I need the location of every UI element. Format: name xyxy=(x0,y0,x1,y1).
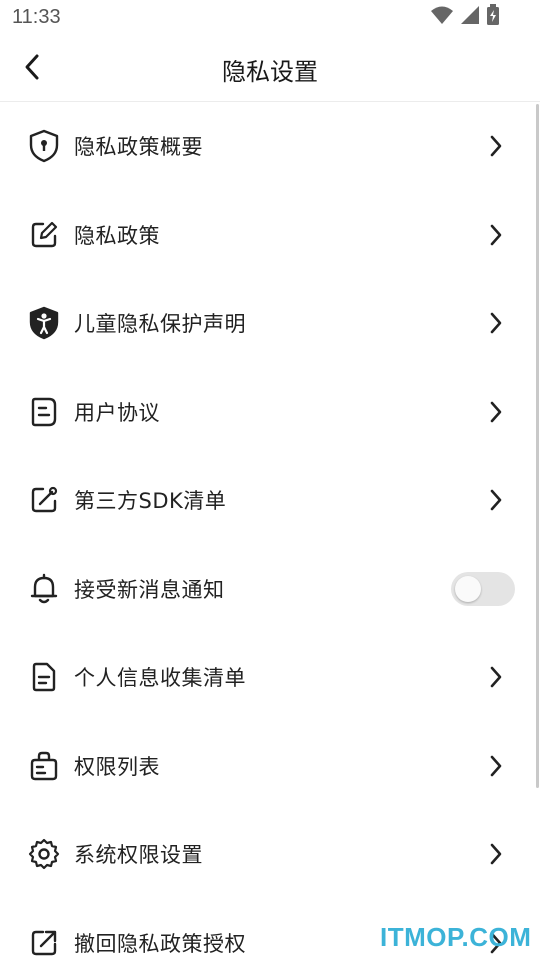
status-bar: 11:33 xyxy=(0,0,540,36)
menu-item-privacy-policy[interactable]: 隐私政策 xyxy=(0,191,540,280)
share-out-icon xyxy=(27,926,61,960)
menu-item-third-party-sdk[interactable]: 第三方SDK清单 xyxy=(0,456,540,545)
menu-item-label: 隐私政策 xyxy=(74,223,160,248)
page-title: 隐私设置 xyxy=(222,58,318,86)
app-header: 隐私设置 xyxy=(0,36,540,102)
menu-item-system-permissions[interactable]: 系统权限设置 xyxy=(0,810,540,899)
wifi-icon xyxy=(430,5,454,29)
menu-item-label: 个人信息收集清单 xyxy=(74,666,246,691)
settings-menu: 隐私政策概要 隐私政策 儿童隐私保护声明 用户协议 第三方SDK清单 接受新消息… xyxy=(0,102,540,960)
menu-item-label: 系统权限设置 xyxy=(74,843,203,868)
chevron-right-icon xyxy=(484,134,508,158)
chevron-right-icon xyxy=(484,223,508,247)
menu-item-personal-info-list[interactable]: 个人信息收集清单 xyxy=(0,633,540,722)
child-shield-icon xyxy=(27,306,61,340)
menu-item-label: 撤回隐私政策授权 xyxy=(74,931,246,956)
menu-item-child-privacy[interactable]: 儿童隐私保护声明 xyxy=(0,279,540,368)
document-icon xyxy=(27,395,61,429)
menu-item-privacy-summary[interactable]: 隐私政策概要 xyxy=(0,102,540,191)
shield-lock-icon xyxy=(27,129,61,163)
chevron-right-icon xyxy=(484,400,508,424)
notifications-toggle[interactable] xyxy=(451,571,515,606)
chevron-right-icon xyxy=(484,842,508,866)
menu-item-label: 第三方SDK清单 xyxy=(74,489,227,514)
battery-charging-icon xyxy=(486,4,500,30)
chevron-right-icon xyxy=(484,754,508,778)
menu-item-label: 儿童隐私保护声明 xyxy=(74,312,246,337)
cellular-signal-icon xyxy=(460,5,480,29)
menu-item-permission-list[interactable]: 权限列表 xyxy=(0,722,540,811)
menu-item-user-agreement[interactable]: 用户协议 xyxy=(0,368,540,457)
menu-item-label: 用户协议 xyxy=(74,400,160,425)
status-time: 11:33 xyxy=(12,6,61,28)
status-icons xyxy=(430,4,500,30)
external-link-icon xyxy=(27,483,61,517)
chevron-right-icon xyxy=(484,665,508,689)
scrollbar[interactable] xyxy=(536,104,539,788)
file-list-icon xyxy=(27,660,61,694)
edit-note-icon xyxy=(27,218,61,252)
watermark: ITMOP.COM xyxy=(380,922,532,952)
menu-item-label: 隐私政策概要 xyxy=(74,135,203,160)
chevron-right-icon xyxy=(484,311,508,335)
bag-list-icon xyxy=(27,749,61,783)
chevron-right-icon xyxy=(484,488,508,512)
bell-icon xyxy=(27,572,61,606)
menu-item-label: 接受新消息通知 xyxy=(74,577,225,602)
toggle-knob xyxy=(455,575,481,602)
menu-item-notifications: 接受新消息通知 xyxy=(0,545,540,634)
gear-icon xyxy=(27,837,61,871)
menu-item-label: 权限列表 xyxy=(74,754,160,779)
